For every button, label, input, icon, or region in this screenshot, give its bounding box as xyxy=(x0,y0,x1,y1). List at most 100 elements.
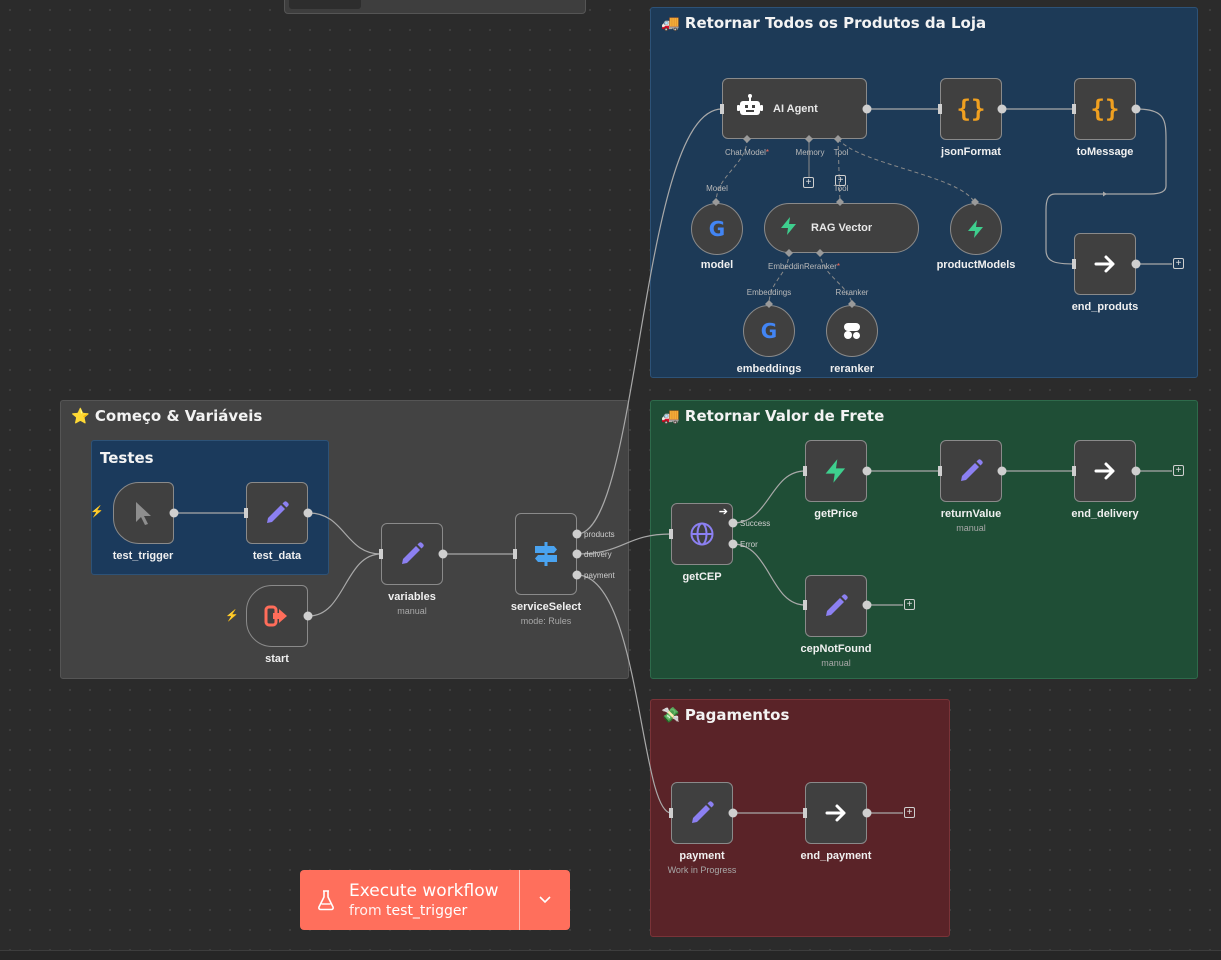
group-products-title-text: Retornar Todos os Produtos da Loja xyxy=(684,14,987,32)
to-message-node[interactable]: {} xyxy=(1074,78,1136,140)
start-label: start xyxy=(265,653,289,665)
output-payment-label[interactable]: payment xyxy=(584,571,615,580)
to-message-label: toMessage xyxy=(1076,146,1134,158)
test-trigger-node[interactable] xyxy=(113,482,174,544)
cep-not-found-node[interactable] xyxy=(805,575,867,637)
port-memory[interactable]: Memory xyxy=(796,148,825,157)
rag-vector-node[interactable]: RAG Vector xyxy=(764,203,919,253)
execute-options-dropdown[interactable] xyxy=(519,870,570,930)
variables-node[interactable] xyxy=(381,523,443,585)
group-frete-title: 🚚 Retornar Valor de Frete xyxy=(661,407,884,425)
payment-node[interactable] xyxy=(671,782,733,844)
group-products[interactable]: 🚚 Retornar Todos os Produtos da Loja xyxy=(650,7,1198,378)
end-delivery-node[interactable] xyxy=(1074,440,1136,502)
add-after-end-payment-button[interactable]: + xyxy=(904,807,915,818)
ai-agent-label: AI Agent xyxy=(773,102,818,115)
json-format-label: jsonFormat xyxy=(941,146,1001,158)
flask-icon xyxy=(317,889,335,911)
get-cep-label: getCEP xyxy=(682,571,722,583)
globe-icon xyxy=(690,522,714,546)
port-reranker-label: Reranker xyxy=(803,262,837,271)
output-products-label[interactable]: products xyxy=(584,530,615,539)
braces-icon: {} xyxy=(1090,95,1120,123)
add-memory-button[interactable]: + xyxy=(803,177,814,188)
group-pagamentos-title: 💸 Pagamentos xyxy=(661,706,789,724)
cursor-icon xyxy=(135,502,151,525)
start-node[interactable] xyxy=(246,585,308,647)
truck-icon: 🚚 xyxy=(661,407,680,425)
braces-icon: {} xyxy=(956,95,986,123)
execute-workflow-button[interactable]: Execute workflow from test_trigger xyxy=(300,870,519,930)
group-pagamentos-title-text: Pagamentos xyxy=(684,706,790,724)
payment-sublabel: Work in Progress xyxy=(667,865,737,875)
model-node[interactable]: G xyxy=(691,203,743,255)
test-trigger-label: test_trigger xyxy=(112,550,174,562)
end-produts-node[interactable] xyxy=(1074,233,1136,295)
pencil-icon xyxy=(402,542,424,564)
output-error-label[interactable]: Error xyxy=(740,540,758,549)
reranker-port-label: Reranker xyxy=(835,288,869,297)
add-after-end-delivery-button[interactable]: + xyxy=(1173,465,1184,476)
star-icon: ⭐ xyxy=(71,407,90,425)
return-value-node[interactable] xyxy=(940,440,1002,502)
end-payment-label: end_payment xyxy=(800,850,872,862)
end-payment-node[interactable] xyxy=(805,782,867,844)
port-chat-model-label: Chat Model xyxy=(724,148,766,157)
google-icon: G xyxy=(708,217,726,241)
group-frete-title-text: Retornar Valor de Frete xyxy=(684,407,885,425)
cep-not-found-label: cepNotFound xyxy=(800,643,872,655)
supabase-bolt-icon xyxy=(968,220,983,238)
get-cep-node[interactable]: ➔ xyxy=(671,503,733,565)
port-embedding[interactable]: Embeddin xyxy=(768,262,804,271)
execute-text: Execute workflow from test_trigger xyxy=(349,881,499,919)
variables-label: variables xyxy=(388,591,436,603)
arrow-badge-icon: ➔ xyxy=(718,506,728,518)
google-icon: G xyxy=(760,319,778,343)
port-tool-label-below: Tool xyxy=(833,184,849,193)
return-value-sublabel: manual xyxy=(956,523,986,533)
add-after-end-produts-button[interactable]: + xyxy=(1173,258,1184,269)
port-tool[interactable]: Tool xyxy=(834,148,849,157)
top-partial-tab xyxy=(289,0,361,9)
get-price-label: getPrice xyxy=(814,508,858,520)
trigger-bolt-icon: ⚡ xyxy=(225,610,239,622)
output-delivery-label[interactable]: delivery xyxy=(584,550,612,559)
payment-label: payment xyxy=(679,850,725,862)
port-chat-model[interactable]: Chat Model* xyxy=(725,148,769,157)
json-format-node[interactable]: {} xyxy=(940,78,1002,140)
ai-agent-node[interactable]: AI Agent xyxy=(722,78,867,139)
get-price-node[interactable] xyxy=(805,440,867,502)
embeddings-node[interactable]: G xyxy=(743,305,795,357)
chevron-down-icon xyxy=(539,896,551,904)
port-reranker[interactable]: Reranker* xyxy=(804,262,840,271)
pencil-icon xyxy=(826,594,848,616)
group-inicio-title: ⭐ Começo & Variáveis xyxy=(71,407,262,425)
reranker-node[interactable] xyxy=(826,305,878,357)
model-port-label: Model xyxy=(706,184,728,193)
end-delivery-label: end_delivery xyxy=(1071,508,1139,520)
group-inicio-title-text: Começo & Variáveis xyxy=(94,407,263,425)
return-value-label: returnValue xyxy=(940,508,1002,520)
required-mark: * xyxy=(765,148,770,157)
pencil-icon xyxy=(692,801,714,823)
execute-subtitle: from test_trigger xyxy=(349,903,499,919)
service-select-node[interactable] xyxy=(515,513,577,595)
variables-sublabel: manual xyxy=(397,606,427,616)
product-models-node[interactable] xyxy=(950,203,1002,255)
required-mark: * xyxy=(836,262,841,271)
arrow-right-icon xyxy=(1094,462,1115,480)
execute-title: Execute workflow xyxy=(349,881,499,901)
pencil-icon xyxy=(961,459,983,481)
arrow-right-icon xyxy=(1094,255,1115,273)
test-data-node[interactable] xyxy=(246,482,308,544)
arrow-right-icon xyxy=(825,804,846,822)
rag-vector-label: RAG Vector xyxy=(811,222,873,234)
cep-not-found-sublabel: manual xyxy=(821,658,851,668)
output-success-label[interactable]: Success xyxy=(740,519,770,528)
trigger-bolt-icon: ⚡ xyxy=(90,506,104,518)
cohere-icon xyxy=(844,323,860,339)
group-products-title: 🚚 Retornar Todos os Produtos da Loja xyxy=(661,14,986,32)
pencil-icon xyxy=(267,501,289,523)
execute-trigger-name: test_trigger xyxy=(386,903,468,919)
add-after-cep-not-found-button[interactable]: + xyxy=(904,599,915,610)
